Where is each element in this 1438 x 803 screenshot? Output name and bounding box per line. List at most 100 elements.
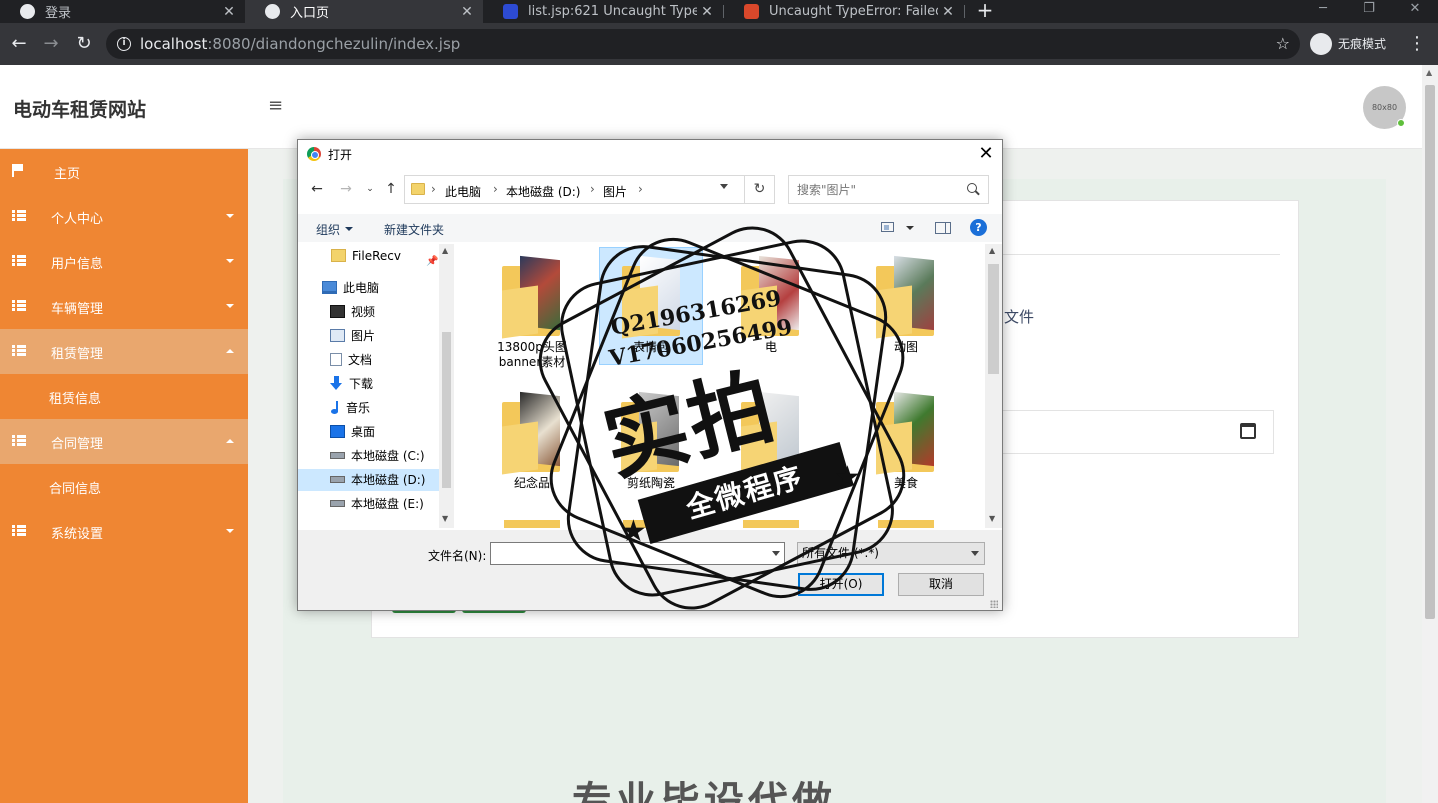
- tab-entry[interactable]: 入口页 ✕: [245, 0, 483, 23]
- sidebar-item-home[interactable]: 主页: [0, 149, 248, 194]
- tree-item-filerecv[interactable]: FileRecv 📌: [331, 245, 439, 267]
- pin-icon[interactable]: 📌: [426, 251, 438, 273]
- filename-input[interactable]: [490, 542, 785, 565]
- scroll-down-icon[interactable]: ▼: [442, 514, 448, 523]
- scrollbar-thumb[interactable]: [1425, 85, 1435, 619]
- reload-icon[interactable]: ↻: [71, 31, 97, 57]
- file-item-name: 表情包: [632, 340, 669, 354]
- bookmark-star-icon[interactable]: ☆: [1276, 29, 1290, 59]
- file-item-partial[interactable]: [719, 520, 823, 528]
- file-item-souvenirs[interactable]: 纪念品: [480, 384, 584, 502]
- hamburger-menu-icon[interactable]: ≡: [268, 97, 286, 115]
- back-icon[interactable]: ←: [6, 31, 32, 57]
- file-item-partial[interactable]: [854, 520, 958, 528]
- file-item-partial[interactable]: [480, 520, 584, 528]
- restore-icon[interactable]: ❐: [1346, 0, 1392, 23]
- breadcrumb-pictures[interactable]: 图片: [603, 183, 627, 200]
- scroll-up-icon[interactable]: ▲: [442, 246, 448, 255]
- close-icon[interactable]: ✕: [938, 4, 958, 20]
- file-item-papercut-ceramics[interactable]: 剪纸陶瓷: [599, 384, 703, 502]
- search-icon[interactable]: [967, 183, 977, 193]
- file-item-e[interactable]: 电: [719, 248, 823, 366]
- window-close-icon[interactable]: ✕: [1392, 0, 1438, 23]
- filetype-select[interactable]: 所有文件 (*.*): [797, 542, 985, 565]
- more-menu-icon[interactable]: ⋮: [1408, 31, 1426, 57]
- new-folder-button[interactable]: 新建文件夹: [384, 221, 444, 238]
- file-item-partial[interactable]: [599, 520, 703, 528]
- tab-type-error[interactable]: Uncaught TypeError: Failed to ✕: [724, 0, 964, 23]
- organize-button[interactable]: 组织: [316, 221, 354, 238]
- file-item-banner[interactable]: 13800p头图banner素材: [480, 248, 584, 369]
- chevron-right-icon: ›: [431, 182, 436, 196]
- view-dropdown-icon[interactable]: [906, 226, 914, 230]
- sidebar-item-rental-management[interactable]: 租赁管理: [0, 329, 248, 374]
- scrollbar-thumb[interactable]: [988, 264, 999, 374]
- sidebar-item-vehicle-management[interactable]: 车辆管理: [0, 284, 248, 329]
- breadcrumb-this-pc[interactable]: 此电脑: [445, 183, 481, 200]
- scrollbar-thumb[interactable]: [442, 332, 451, 488]
- sidebar-subitem-contract-info[interactable]: 合同信息: [0, 464, 248, 509]
- date-input[interactable]: [1002, 410, 1274, 454]
- tree-item-desktop[interactable]: 桌面: [330, 421, 439, 443]
- forward-icon[interactable]: →: [38, 31, 64, 57]
- info-icon[interactable]: i: [117, 37, 131, 51]
- resize-grip-icon[interactable]: [990, 600, 998, 608]
- sidebar-item-system-settings[interactable]: 系统设置: [0, 509, 248, 554]
- address-bar[interactable]: i localhost:8080/diandongchezulin/index.…: [106, 29, 1300, 59]
- file-list-scrollbar[interactable]: ▲ ▼: [985, 244, 1002, 528]
- scroll-up-icon[interactable]: ▲: [989, 246, 995, 255]
- grid-icon: [12, 210, 26, 221]
- dialog-address-bar[interactable]: › 此电脑 › 本地磁盘 (D:) › 图片 › ↻: [404, 175, 775, 204]
- file-item-name: 动图: [893, 340, 918, 354]
- tab-list-error[interactable]: list.jsp:621 Uncaught TypeError ✕: [483, 0, 723, 23]
- up-folder-icon[interactable]: ↑: [381, 179, 401, 199]
- dialog-search-box[interactable]: [788, 175, 989, 204]
- close-icon[interactable]: ✕: [457, 4, 477, 20]
- preview-pane-icon[interactable]: [935, 222, 951, 234]
- tab-login[interactable]: 登录 ✕: [0, 0, 245, 23]
- tree-item-music[interactable]: 音乐: [330, 397, 439, 419]
- chevron-down-icon[interactable]: [772, 551, 780, 556]
- incognito-indicator[interactable]: 无痕模式: [1310, 31, 1386, 57]
- dialog-forward-icon[interactable]: →: [336, 179, 356, 199]
- breadcrumb-drive-d[interactable]: 本地磁盘 (D:): [506, 183, 580, 200]
- new-tab-icon[interactable]: +: [975, 0, 995, 23]
- tree-scrollbar[interactable]: ▲ ▼: [439, 244, 454, 528]
- file-item-stickers[interactable]: 表情包: [599, 247, 703, 365]
- tree-item-drive-e[interactable]: 本地磁盘 (E:): [330, 493, 439, 515]
- file-item-unnamed[interactable]: [719, 384, 823, 502]
- sidebar-item-contract-management[interactable]: 合同管理: [0, 419, 248, 464]
- search-input[interactable]: [789, 176, 961, 203]
- sidebar-item-user-info[interactable]: 用户信息: [0, 239, 248, 284]
- chevron-right-icon: ›: [590, 182, 595, 196]
- dialog-back-icon[interactable]: ←: [307, 179, 327, 199]
- tree-item-videos[interactable]: 视频: [330, 301, 439, 323]
- recent-locations-icon[interactable]: ⌄: [360, 179, 380, 199]
- dialog-command-bar: 组织 新建文件夹 ?: [298, 214, 1002, 242]
- tree-item-downloads[interactable]: 下载: [330, 373, 439, 395]
- open-button[interactable]: 打开(O): [798, 573, 884, 596]
- close-icon[interactable]: ✕: [697, 4, 717, 20]
- help-icon[interactable]: ?: [970, 219, 987, 236]
- calendar-icon[interactable]: [1240, 423, 1256, 439]
- view-mode-icon[interactable]: [881, 222, 894, 232]
- cancel-button[interactable]: 取消: [898, 573, 984, 596]
- refresh-icon[interactable]: ↻: [744, 176, 774, 203]
- folder-thumbnail-icon: [741, 255, 801, 339]
- tree-item-drive-d[interactable]: 本地磁盘 (D:): [298, 469, 439, 491]
- close-icon[interactable]: ✕: [219, 4, 239, 20]
- address-dropdown-icon[interactable]: [720, 184, 728, 189]
- scroll-down-icon[interactable]: ▼: [989, 514, 995, 523]
- dialog-close-icon[interactable]: ✕: [974, 142, 998, 166]
- page-scrollbar[interactable]: ▲: [1422, 65, 1438, 803]
- tree-item-this-pc[interactable]: 此电脑: [322, 277, 439, 299]
- sidebar-subitem-rental-info[interactable]: 租赁信息: [0, 374, 248, 419]
- sidebar-item-personal-center[interactable]: 个人中心: [0, 194, 248, 239]
- file-item-food[interactable]: 美食: [854, 384, 958, 502]
- minimize-icon[interactable]: ─: [1300, 0, 1346, 23]
- tree-item-documents[interactable]: 文档: [330, 349, 439, 371]
- file-item-animations[interactable]: 动图: [854, 248, 958, 366]
- tree-item-pictures[interactable]: 图片: [330, 325, 439, 347]
- scroll-up-icon[interactable]: ▲: [1426, 68, 1432, 77]
- tree-item-drive-c[interactable]: 本地磁盘 (C:): [330, 445, 439, 467]
